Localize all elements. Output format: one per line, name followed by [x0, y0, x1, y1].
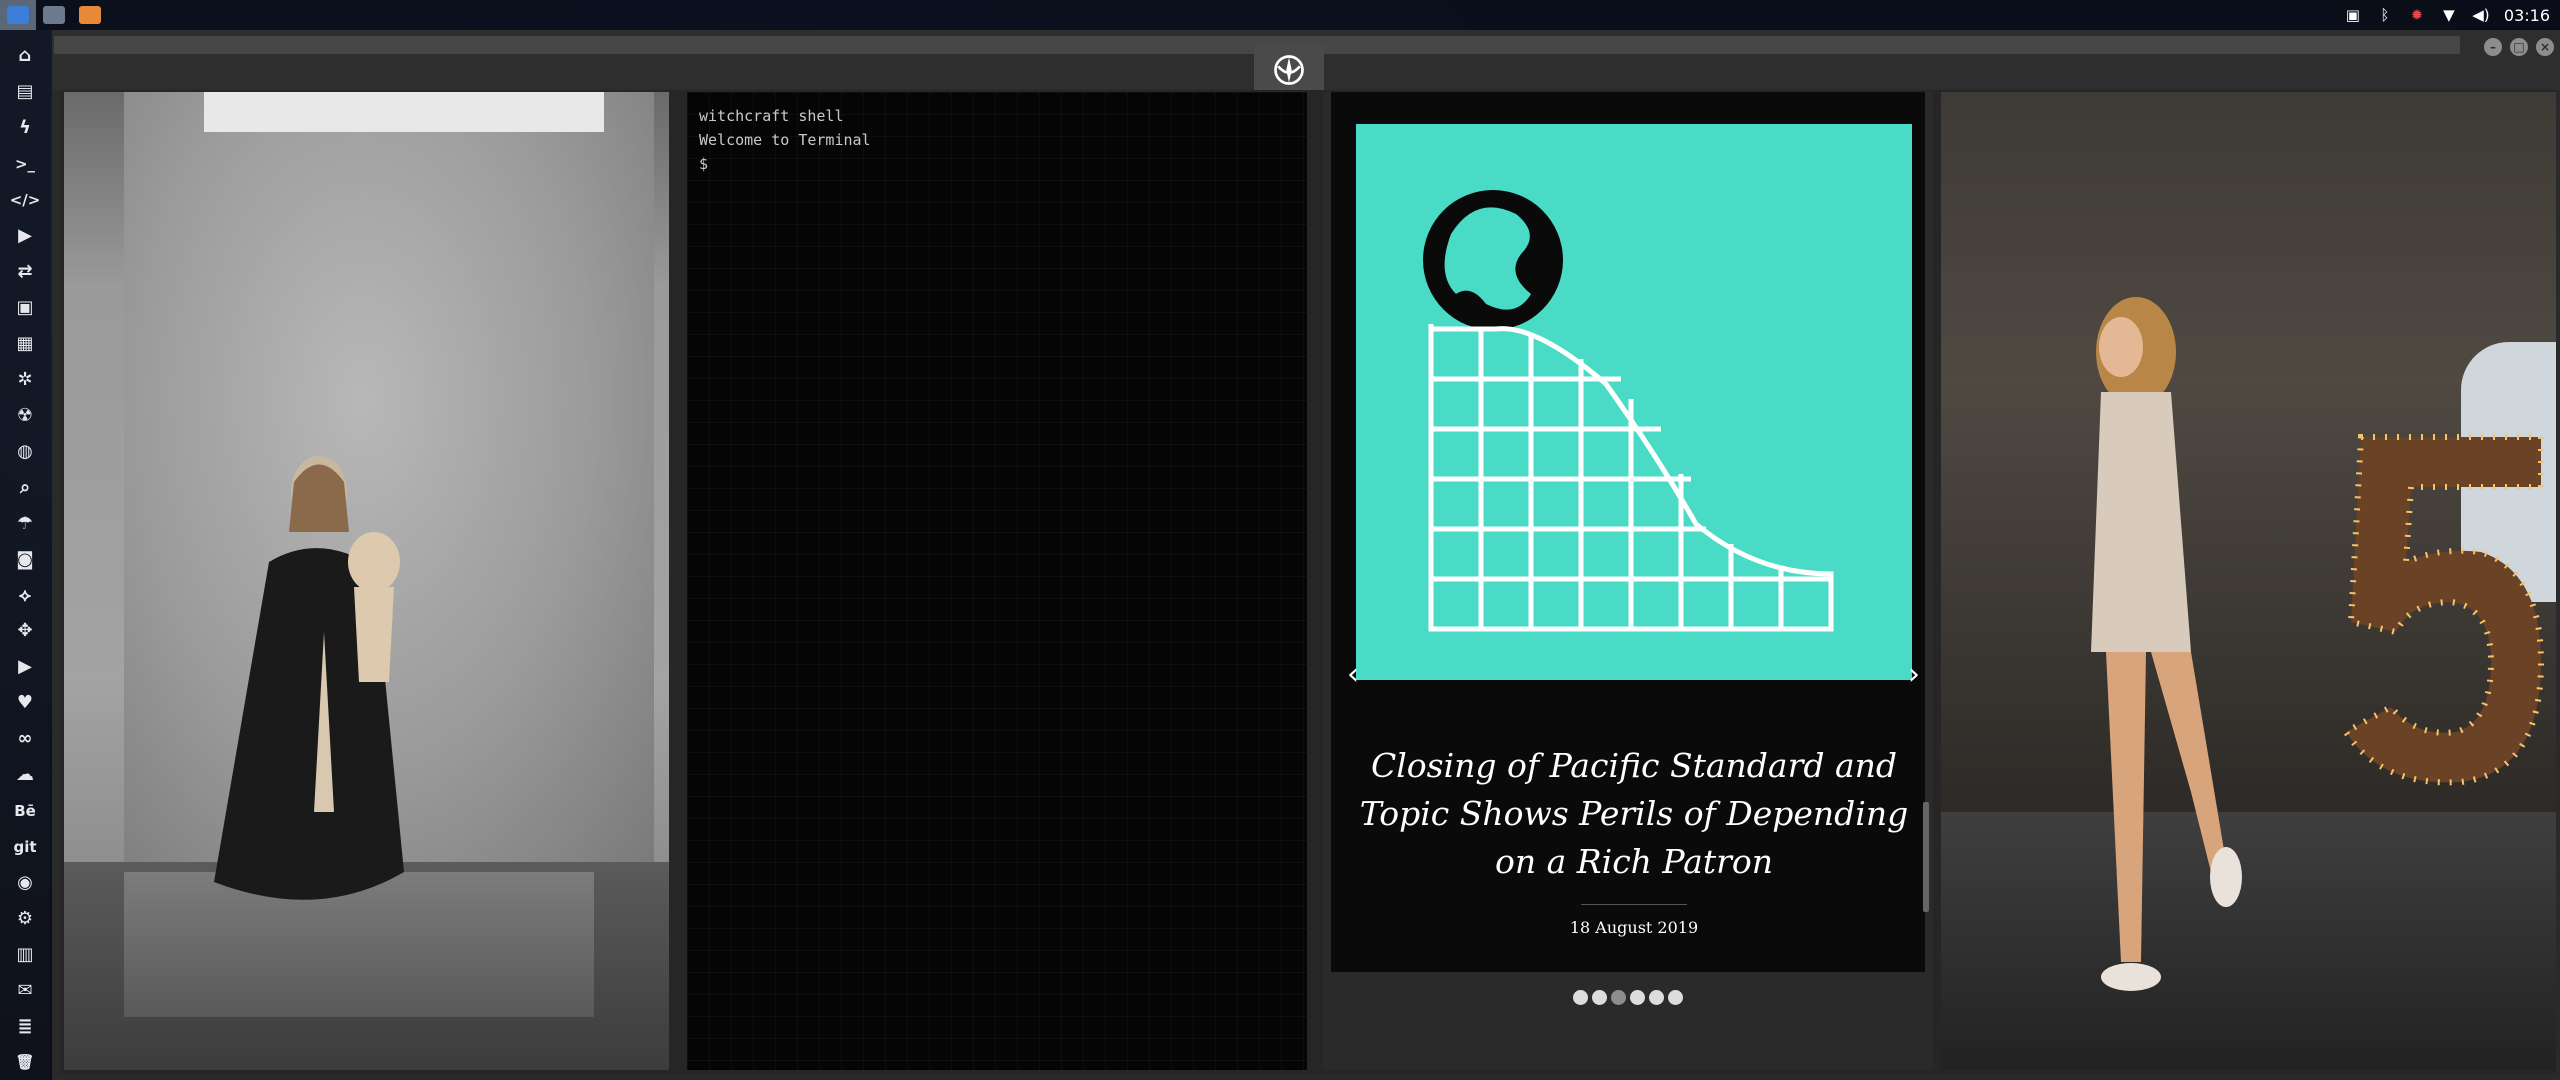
youtube-icon[interactable]: ▶ — [5, 649, 45, 685]
photo-pane-left[interactable] — [64, 92, 669, 1070]
alert-icon[interactable]: ✹ — [2408, 6, 2426, 24]
play-icon[interactable]: ▶ — [5, 218, 45, 254]
scrollbar-thumb[interactable] — [1923, 802, 1929, 912]
heart-icon[interactable]: ♥ — [5, 685, 45, 721]
window-controls: – □ × — [2484, 38, 2554, 56]
light-strip — [204, 92, 604, 132]
github-icon[interactable]: ◉ — [5, 865, 45, 901]
umbrella-icon[interactable]: ☂ — [5, 505, 45, 541]
news-card[interactable]: Closing of Pacific Standard and Topic Sh… — [1331, 92, 1925, 972]
search-icon[interactable]: ⌕ — [5, 469, 45, 505]
title-divider — [1581, 904, 1687, 905]
window-titlebar[interactable]: – □ × — [52, 30, 2560, 95]
maximize-button[interactable]: □ — [2510, 38, 2528, 56]
clock[interactable]: 03:16 — [2504, 6, 2550, 25]
volume-icon[interactable]: ◀) — [2472, 6, 2490, 24]
terminal-output-line: witchcraft shell — [699, 107, 844, 125]
next-slide-button[interactable]: › — [1902, 660, 1926, 690]
infinity-icon[interactable]: ∞ — [5, 721, 45, 757]
screenshot-icon[interactable]: ▣ — [2344, 6, 2362, 24]
contact-icon[interactable]: ◙ — [5, 541, 45, 577]
mail-icon[interactable]: ✉ — [5, 972, 45, 1008]
rebel-alliance-icon — [1274, 55, 1304, 85]
image-app-icon — [43, 6, 65, 24]
terminal-icon[interactable]: >_ — [5, 146, 45, 182]
slide-dot[interactable] — [1611, 990, 1626, 1005]
slide-pagination — [1323, 990, 1933, 1005]
map-icon[interactable]: ▥ — [5, 936, 45, 972]
file-exchange-icon[interactable]: ⇄ — [5, 254, 45, 290]
trash-icon[interactable]: 🗑 — [5, 1044, 45, 1080]
pane-container: witchcraft shell Welcome to Terminal $ C… — [60, 90, 2556, 1074]
left-dock: ⌂ ▤ ϟ >_ </> ▶ ⇄ ▣ ▦ ✲ ☢ ◍ ⌕ ☂ ◙ ⟡ ✥ ▶ ♥ ∞ ☁ Bē git ◉ ⚙ ▥ ✉ ≣ 🗑 — [0, 30, 50, 1080]
top-panel: ▣ ᛒ ✹ ▼ ◀) 03:16 — [0, 0, 2560, 30]
taskbar-app-image[interactable] — [36, 0, 72, 30]
settings-icon[interactable]: ✲ — [5, 361, 45, 397]
desktop: ▣ ᛒ ✹ ▼ ◀) 03:16 ⌂ ▤ ϟ >_ </> ▶ ⇄ ▣ ▦ ✲ ☢ ◍ ⌕ ☂ ◙ ⟡ ✥ ▶ ♥ ∞… — [0, 0, 2560, 1080]
minimize-button[interactable]: – — [2484, 38, 2502, 56]
globe-icon[interactable]: ◍ — [5, 433, 45, 469]
files-app-icon — [7, 6, 29, 24]
article-image — [1356, 124, 1912, 680]
taskbar-app-sublime[interactable] — [72, 0, 108, 30]
radiation-icon[interactable]: ☢ — [5, 397, 45, 433]
prev-slide-button[interactable]: ‹ — [1341, 660, 1365, 690]
slide-dot[interactable] — [1649, 990, 1664, 1005]
cloud-icon[interactable]: ☁ — [5, 757, 45, 793]
newspaper-icon[interactable]: ▦ — [5, 326, 45, 362]
server-icon[interactable]: ≣ — [5, 1008, 45, 1044]
terminal-prompt: $ — [699, 155, 709, 173]
news-slider-pane: Closing of Pacific Standard and Topic Sh… — [1323, 92, 1933, 1070]
image-icon[interactable]: ▣ — [5, 290, 45, 326]
terminal-pane[interactable]: witchcraft shell Welcome to Terminal $ — [687, 92, 1307, 1070]
expand-icon[interactable]: ✥ — [5, 613, 45, 649]
behance-icon[interactable]: Bē — [5, 793, 45, 829]
slide-dot[interactable] — [1592, 990, 1607, 1005]
close-button[interactable]: × — [2536, 38, 2554, 56]
document-icon[interactable]: ▤ — [5, 74, 45, 110]
photo-pane-right[interactable] — [1941, 92, 2556, 1070]
slide-dot[interactable] — [1668, 990, 1683, 1005]
system-tray: ▣ ᛒ ✹ ▼ ◀) 03:16 — [2344, 0, 2550, 30]
taskbar-app-files[interactable] — [0, 0, 36, 30]
rebel-logo-icon[interactable] — [1254, 45, 1324, 95]
app-window: – □ × witchcraft shell Welcome to Termin… — [52, 30, 2560, 1080]
terminal-output-line: Welcome to Terminal — [699, 131, 871, 149]
slide-dot[interactable] — [1630, 990, 1645, 1005]
bolt-icon[interactable]: ϟ — [5, 110, 45, 146]
figure-silhouette — [214, 456, 404, 900]
cogs-icon[interactable]: ⚙ — [5, 901, 45, 937]
globe-decline-illustration — [1423, 190, 1834, 632]
bluetooth-icon[interactable]: ᛒ — [2376, 6, 2394, 24]
code-icon[interactable]: </> — [5, 182, 45, 218]
article-date: 18 August 2019 — [1569, 918, 1699, 937]
git-icon[interactable]: git — [5, 829, 45, 865]
taskbar-apps — [0, 0, 108, 30]
sublime-app-icon — [79, 6, 101, 24]
article-title[interactable]: Closing of Pacific Standard and Topic Sh… — [1351, 742, 1917, 886]
marquee-five-and-model — [2091, 297, 2545, 991]
home-icon[interactable]: ⌂ — [5, 38, 45, 74]
wifi-icon[interactable]: ▼ — [2440, 6, 2458, 24]
handshake-icon[interactable]: ⟡ — [5, 577, 45, 613]
slide-dot[interactable] — [1573, 990, 1588, 1005]
